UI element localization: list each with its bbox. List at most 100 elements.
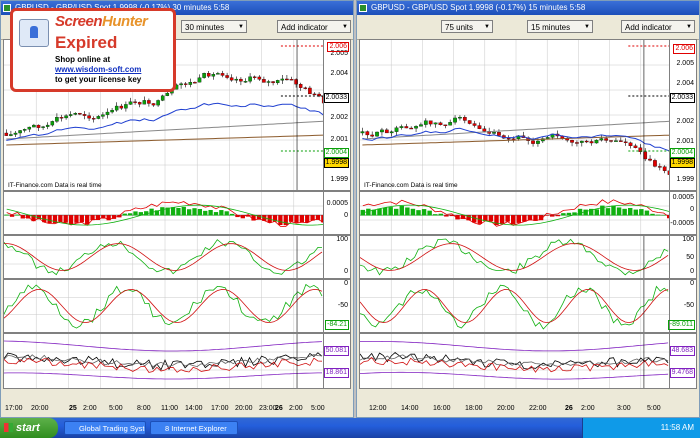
stoch-tick: 0 bbox=[690, 268, 694, 275]
time-tick: 5:00 bbox=[109, 405, 123, 412]
candle bbox=[45, 124, 50, 127]
candle bbox=[467, 120, 472, 124]
macd-bar bbox=[661, 215, 666, 216]
candle bbox=[472, 123, 477, 126]
windows-taskbar: start Global Trading Syste... 8 Internet… bbox=[0, 418, 700, 438]
oscillator-line bbox=[4, 243, 323, 271]
stochastic-lines bbox=[4, 236, 326, 278]
bands-pane[interactable]: 50.081 18.861 bbox=[3, 333, 351, 389]
macd-bar bbox=[605, 208, 611, 216]
macd-bar bbox=[224, 211, 229, 216]
macd-bar bbox=[432, 214, 438, 216]
taskbar-item-ie[interactable]: 8 Internet Explorer bbox=[150, 421, 238, 435]
macd-bar bbox=[438, 213, 444, 216]
candle bbox=[18, 130, 22, 134]
price-axis: 2.005 2.004 2.002 2.001 1.999 2.006 2.00… bbox=[323, 40, 350, 190]
candle bbox=[119, 105, 124, 109]
candle bbox=[87, 115, 91, 119]
macd-bar bbox=[122, 213, 127, 216]
candle bbox=[13, 132, 18, 135]
data-source-label: IT-Finance.com Data is real time bbox=[8, 182, 102, 189]
macd-bar bbox=[627, 207, 633, 216]
time-tick: 20:00 bbox=[497, 405, 515, 412]
start-button[interactable]: start bbox=[0, 418, 58, 438]
brand-part: Screen bbox=[55, 13, 103, 30]
candle bbox=[262, 79, 266, 83]
candle bbox=[428, 120, 433, 125]
window-title-bar[interactable]: GBPUSD - GBP/USD Spot 1.9998 (-0.17%) 15… bbox=[357, 1, 699, 15]
macd-bar bbox=[566, 212, 572, 216]
candle bbox=[4, 132, 9, 136]
price-pane[interactable]: 2.005 2.004 2.002 2.001 1.999 2.006 2.00… bbox=[359, 39, 697, 191]
candle bbox=[399, 126, 404, 128]
chart-toolbar: 75 units ▼ 15 minutes ▼ Add indicator ▼ bbox=[357, 15, 699, 40]
stochastic-pane[interactable]: 100 0 bbox=[3, 235, 351, 279]
candle bbox=[110, 109, 114, 113]
time-tick: 17:00 bbox=[5, 405, 23, 412]
time-tick: 17:00 bbox=[211, 405, 229, 412]
macd-bar bbox=[427, 210, 432, 216]
macd-bar bbox=[85, 215, 90, 225]
bands-axis: 50.081 18.861 bbox=[323, 334, 350, 388]
candle bbox=[206, 73, 211, 77]
high-price-marker: 2.006 bbox=[673, 44, 695, 54]
interval-dropdown[interactable]: 15 minutes ▼ bbox=[527, 20, 593, 33]
add-indicator-button[interactable]: Add indicator ▼ bbox=[621, 20, 695, 33]
band-line bbox=[4, 352, 323, 371]
price-tick: 2.001 bbox=[676, 138, 694, 145]
candle bbox=[124, 104, 128, 109]
macd-bar bbox=[583, 209, 588, 216]
license-text: to get your license key bbox=[55, 75, 142, 84]
add-indicator-button[interactable]: Add indicator ▼ bbox=[277, 20, 351, 33]
candle bbox=[482, 128, 487, 132]
candle bbox=[657, 166, 662, 168]
macd-pane[interactable]: 0.0005 0 -0.0005 bbox=[359, 191, 697, 235]
williams-pane[interactable]: 0 -50 -84.21 bbox=[3, 279, 351, 333]
candle bbox=[443, 124, 448, 127]
williams-axis: 0 -50 -84.21 bbox=[323, 280, 350, 332]
units-dropdown[interactable]: 75 units ▼ bbox=[441, 20, 493, 33]
macd-bar bbox=[639, 209, 644, 216]
macd-bar bbox=[170, 207, 176, 216]
candle bbox=[91, 118, 96, 120]
candle bbox=[197, 77, 202, 83]
candle bbox=[151, 103, 156, 106]
macd-pane[interactable]: 0.0005 0 bbox=[3, 191, 351, 235]
macd-bar bbox=[283, 215, 288, 226]
macd-bar bbox=[176, 207, 181, 216]
bands-pane[interactable]: 48.683 9.4768 bbox=[359, 333, 697, 389]
clock[interactable]: 11:58 AM bbox=[661, 423, 694, 432]
candle bbox=[404, 126, 409, 129]
candle bbox=[497, 132, 501, 136]
macd-bar bbox=[160, 207, 165, 216]
candle bbox=[9, 134, 13, 136]
price-tick: 2.002 bbox=[330, 114, 348, 121]
macd-bar bbox=[655, 214, 661, 216]
candle bbox=[438, 122, 443, 126]
window-title: GBPUSD - GBP/USD Spot 1.9998 (-0.17%) 15… bbox=[371, 3, 586, 12]
macd-bar bbox=[133, 211, 138, 216]
macd-bar bbox=[203, 210, 208, 216]
candle bbox=[73, 113, 78, 115]
band-line bbox=[360, 341, 669, 352]
candle bbox=[609, 140, 613, 142]
shop-link[interactable]: www.wisdom-soft.com bbox=[55, 65, 141, 74]
candle bbox=[423, 120, 428, 125]
interval-dropdown[interactable]: 30 minutes ▼ bbox=[181, 20, 247, 33]
time-tick: 8:00 bbox=[137, 405, 151, 412]
candle bbox=[492, 132, 496, 134]
oscillator-line bbox=[360, 284, 669, 330]
screenhunter-brand: ScreenHunter bbox=[55, 13, 148, 30]
chart-window-right[interactable]: GBPUSD - GBP/USD Spot 1.9998 (-0.17%) 15… bbox=[356, 0, 700, 418]
candle bbox=[511, 138, 516, 140]
candle bbox=[380, 129, 384, 133]
candle bbox=[653, 160, 657, 167]
taskbar-item-trading[interactable]: Global Trading Syste... bbox=[64, 421, 146, 435]
candle bbox=[365, 131, 370, 136]
date-tick: 26 bbox=[565, 405, 573, 412]
stochastic-pane[interactable]: 100 50 0 bbox=[359, 235, 697, 279]
candle bbox=[133, 101, 137, 103]
williams-pane[interactable]: 0 -50 -89.011 bbox=[359, 279, 697, 333]
macd-bar bbox=[488, 215, 494, 222]
macd-bar bbox=[63, 215, 68, 223]
